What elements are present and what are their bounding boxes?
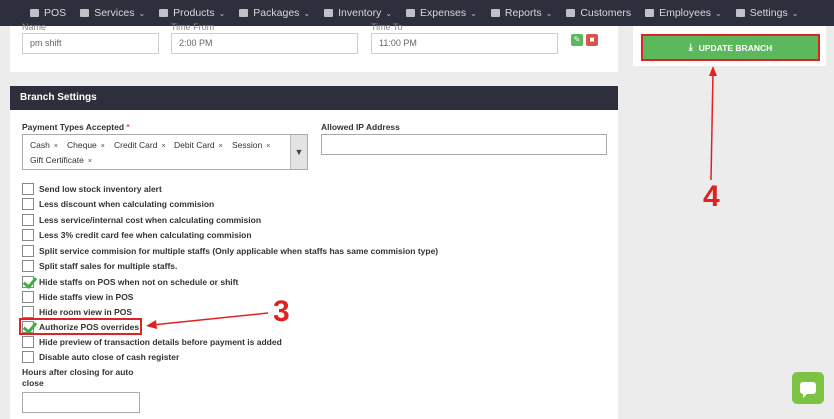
- arrow-step-3-head: [146, 320, 157, 329]
- arrow-step-4-head: [709, 66, 717, 76]
- annotation-step-3: 3: [273, 295, 290, 328]
- chat-bubble-icon: [800, 382, 816, 398]
- arrow-step-4-line: [710, 71, 714, 181]
- chat-button[interactable]: [792, 372, 824, 404]
- annotation-step-4: 4: [703, 180, 720, 213]
- arrow-step-3-line: [151, 312, 269, 326]
